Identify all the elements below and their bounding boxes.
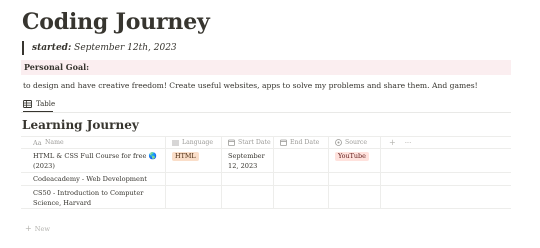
column-header-start-date-label: Start Date — [238, 138, 271, 146]
column-header-end-date-label: End Date — [290, 138, 320, 146]
more-options-button[interactable]: ··· — [405, 137, 412, 148]
row-language-cell[interactable] — [166, 186, 222, 208]
database-title[interactable]: Learning Journey — [22, 117, 139, 133]
column-header-name[interactable]: Aa Name — [21, 137, 166, 148]
row-source-cell[interactable] — [329, 186, 381, 208]
row-source-cell[interactable]: YouTube — [329, 149, 381, 172]
database-table: Aa Name Language Start Date End Date Sou… — [21, 136, 511, 209]
row-name-cell[interactable]: Codeacademy - Web Development — [21, 173, 166, 185]
table-row[interactable]: Codeacademy - Web Development — [21, 173, 511, 186]
source-tag: YouTube — [335, 152, 369, 161]
view-divider — [21, 112, 511, 113]
row-start-date-cell[interactable] — [222, 186, 274, 208]
calendar-icon — [280, 139, 287, 146]
started-quote[interactable]: started: September 12th, 2023 — [22, 41, 177, 55]
column-header-source[interactable]: Source — [329, 137, 381, 148]
row-extra-cell — [381, 186, 511, 208]
tab-table-label: Table — [36, 99, 56, 108]
text-icon: Aa — [33, 139, 42, 146]
row-language-cell[interactable]: HTML — [166, 149, 222, 172]
new-row-button[interactable]: + New — [25, 224, 50, 234]
quote-label: started: — [32, 43, 72, 53]
table-row[interactable]: HTML & CSS Full Course for free 🌎 (2023)… — [21, 149, 511, 173]
row-end-date-cell[interactable] — [274, 186, 329, 208]
row-extra-cell — [381, 173, 511, 185]
svg-text:Aa: Aa — [33, 139, 42, 146]
quote-value: September 12th, 2023 — [74, 43, 177, 53]
row-start-date-cell[interactable] — [222, 173, 274, 185]
calendar-icon — [228, 139, 235, 146]
column-header-language[interactable]: Language — [166, 137, 222, 148]
row-start-date-cell[interactable]: September 12, 2023 — [222, 149, 274, 172]
goal-text[interactable]: to design and have creative freedom! Cre… — [23, 80, 478, 91]
row-source-cell[interactable] — [329, 173, 381, 185]
row-language-cell[interactable] — [166, 173, 222, 185]
select-icon — [335, 139, 342, 146]
row-end-date-cell[interactable] — [274, 149, 329, 172]
new-row-label: New — [34, 225, 51, 233]
tab-table-view[interactable]: Table — [23, 97, 55, 110]
row-name-cell[interactable]: CS50 - Introduction to Computer Science,… — [21, 186, 166, 208]
row-extra-cell — [381, 149, 511, 172]
column-header-source-label: Source — [345, 138, 368, 146]
column-header-name-label: Name — [45, 138, 64, 146]
add-property-button[interactable]: + — [389, 137, 396, 148]
column-header-start-date[interactable]: Start Date — [222, 137, 274, 148]
language-tag: HTML — [172, 152, 199, 161]
plus-icon: + — [25, 224, 32, 233]
column-header-actions: + ··· — [381, 137, 511, 148]
column-header-language-label: Language — [182, 138, 214, 146]
list-icon — [172, 140, 179, 146]
column-header-end-date[interactable]: End Date — [274, 137, 329, 148]
row-end-date-cell[interactable] — [274, 173, 329, 185]
table-row[interactable]: CS50 - Introduction to Computer Science,… — [21, 186, 511, 209]
personal-goal-callout[interactable]: Personal Goal: — [21, 60, 511, 75]
table-icon — [23, 99, 32, 108]
notion-page: Coding Journey started: September 12th, … — [0, 0, 540, 248]
table-header-row: Aa Name Language Start Date End Date Sou… — [21, 136, 511, 149]
page-title[interactable]: Coding Journey — [22, 8, 210, 36]
row-name-cell[interactable]: HTML & CSS Full Course for free 🌎 (2023) — [21, 149, 166, 172]
